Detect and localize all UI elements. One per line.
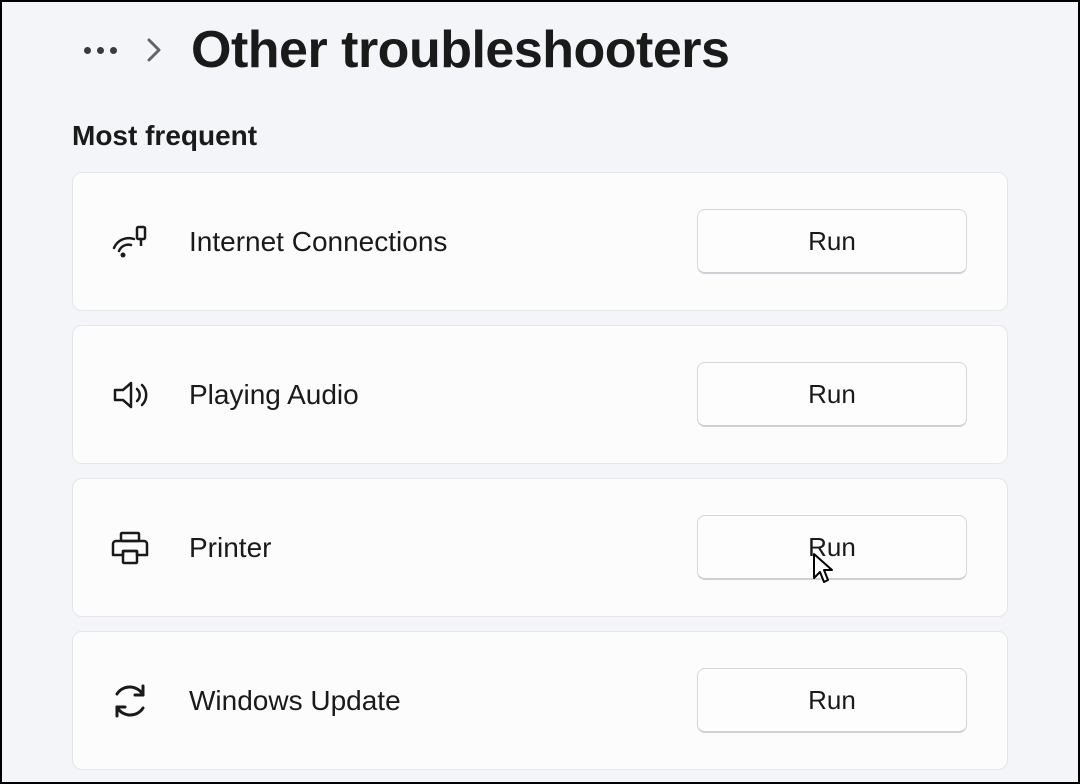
troubleshooter-item-internet-connections[interactable]: Internet Connections Run [72,172,1008,311]
run-button[interactable]: Run [697,362,967,427]
run-button[interactable]: Run [697,515,967,580]
chevron-right-icon [145,36,163,64]
troubleshooter-label: Internet Connections [173,226,697,258]
troubleshooter-item-windows-update[interactable]: Windows Update Run [72,631,1008,770]
ellipsis-icon[interactable] [84,47,117,54]
troubleshooter-label: Windows Update [173,685,697,717]
troubleshooter-item-playing-audio[interactable]: Playing Audio Run [72,325,1008,464]
troubleshooter-label: Printer [173,532,697,564]
troubleshooter-item-printer[interactable]: Printer Run [72,478,1008,617]
run-button[interactable]: Run [697,668,967,733]
speaker-icon [109,374,173,416]
troubleshooter-label: Playing Audio [173,379,697,411]
breadcrumb: Other troubleshooters [2,2,1078,80]
most-frequent-section: Most frequent Internet Connections Run P… [2,80,1078,770]
section-heading: Most frequent [72,120,1008,152]
page-title: Other troubleshooters [191,20,729,80]
wifi-icon [109,221,173,263]
update-icon [109,680,173,722]
printer-icon [109,527,173,569]
run-button[interactable]: Run [697,209,967,274]
